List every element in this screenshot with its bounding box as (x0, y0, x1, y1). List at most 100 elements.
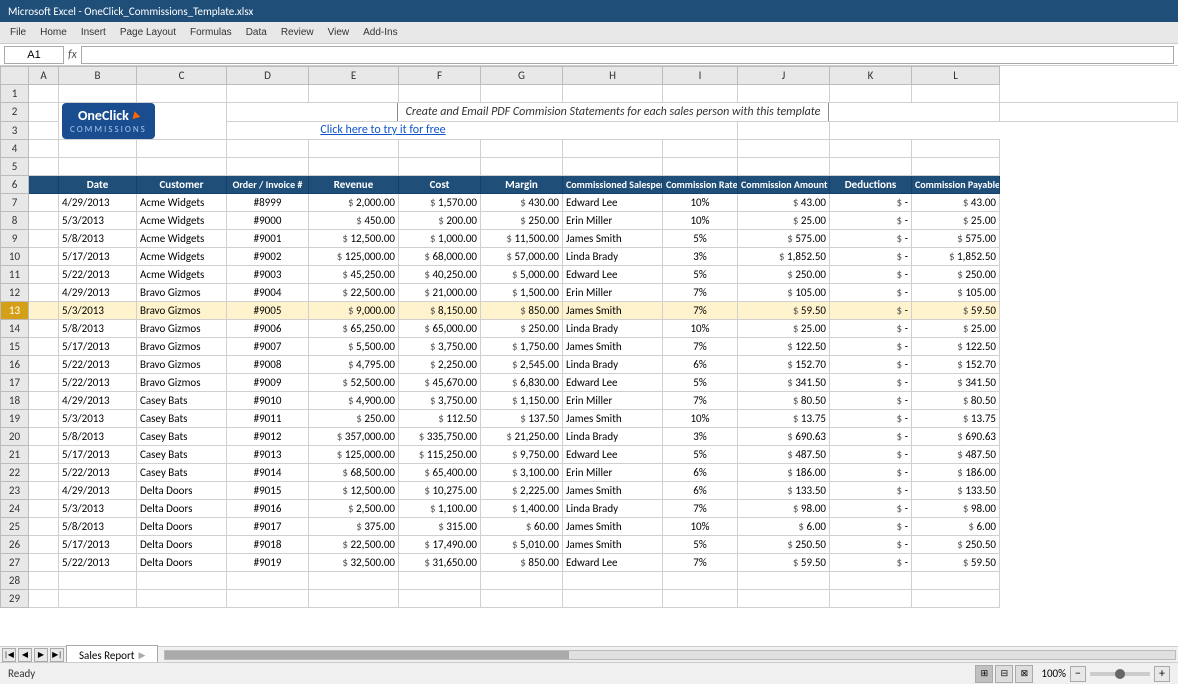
name-box[interactable] (4, 46, 64, 64)
header-customer[interactable]: Customer (137, 176, 227, 194)
title-cell: Create and Email PDF Commision Statement… (227, 103, 1000, 122)
col-header-C[interactable]: C (137, 67, 227, 85)
col-header-G[interactable]: G (481, 67, 563, 85)
col-header-A[interactable]: A (29, 67, 59, 85)
amount-7[interactable]: $ 43.00 (738, 194, 830, 212)
header-invoice[interactable]: Order / Invoice # (227, 176, 309, 194)
table-row: 25 5/8/2013 Delta Doors #9017 $ 375.00 $… (1, 518, 1178, 536)
margin-7[interactable]: $ 430.00 (481, 194, 563, 212)
logo-click: Click (102, 107, 129, 124)
header-salesperson[interactable]: Commissioned Salesperson (563, 176, 663, 194)
payable-7[interactable]: $ 43.00 (912, 194, 1000, 212)
header-margin[interactable]: Margin (481, 176, 563, 194)
header-comm-rate[interactable]: Commission Rate (663, 176, 738, 194)
col-header-E[interactable]: E (309, 67, 399, 85)
empty-row-29: 29 (1, 590, 1178, 608)
table-row: 23 4/29/2013 Delta Doors #9015 $ 12,500.… (1, 482, 1178, 500)
ribbon-file[interactable]: File (4, 26, 32, 39)
row-6-headers: 6 Date Customer Order / Invoice # Revenu… (1, 176, 1178, 194)
col-header-F[interactable]: F (399, 67, 481, 85)
table-row: 21 5/17/2013 Casey Bats #9013 $ 125,000.… (1, 446, 1178, 464)
table-row: 13 5/3/2013 Bravo Gizmos #9005 $ 9,000.0… (1, 302, 1178, 320)
tab-next-arrow[interactable]: ▶ (34, 648, 48, 662)
zoom-in-button[interactable]: + (1154, 666, 1170, 682)
rownum-1: 1 (1, 85, 29, 103)
ribbon-formulas[interactable]: Formulas (184, 26, 238, 39)
formula-input[interactable] (81, 46, 1174, 64)
table-row: 10 5/17/2013 Acme Widgets #9002 $ 125,00… (1, 248, 1178, 266)
person-7[interactable]: Edward Lee (563, 194, 663, 212)
spreadsheet-table: A B C D E F G H I J K L (0, 66, 1178, 608)
title-text: Microsoft Excel - OneClick_Commissions_T… (8, 5, 253, 18)
col-header-D[interactable]: D (227, 67, 309, 85)
status-ready: Ready (8, 667, 35, 680)
tab-last-arrow[interactable]: ▶| (50, 648, 64, 662)
tab-prev-arrow[interactable]: ◀ (18, 648, 32, 662)
rownum-3: 3 (1, 121, 29, 140)
deductions-7[interactable]: $ - (830, 194, 912, 212)
formula-bar: fx (0, 44, 1178, 66)
empty-row-28: 28 (1, 572, 1178, 590)
status-bar: Ready ⊞ ⊟ ⊠ 100% − + (0, 662, 1178, 684)
header-cost[interactable]: Cost (399, 176, 481, 194)
normal-view-icon[interactable]: ⊞ (975, 665, 993, 683)
sheet-tab-label: Sales Report (79, 649, 134, 662)
header-col-A[interactable] (29, 176, 59, 194)
date-7[interactable]: 4/29/2013 (59, 194, 137, 212)
zoom-out-button[interactable]: − (1070, 666, 1086, 682)
tab-first-arrow[interactable]: |◀ (2, 648, 16, 662)
spreadsheet-area: A B C D E F G H I J K L (0, 66, 1178, 684)
header-revenue[interactable]: Revenue (309, 176, 399, 194)
table-row: 22 5/22/2013 Casey Bats #9014 $ 68,500.0… (1, 464, 1178, 482)
table-row: 11 5/22/2013 Acme Widgets #9003 $ 45,250… (1, 266, 1178, 284)
customer-7[interactable]: Acme Widgets (137, 194, 227, 212)
rownum-7: 7 (1, 194, 29, 212)
try-it-link[interactable]: Click here to try it for free (320, 123, 445, 137)
col-header-B[interactable]: B (59, 67, 137, 85)
table-row: 27 5/22/2013 Delta Doors #9019 $ 32,500.… (1, 554, 1178, 572)
ribbon: File Home Insert Page Layout Formulas Da… (0, 22, 1178, 44)
h-scroll-thumb[interactable] (165, 651, 569, 659)
table-row: 9 5/8/2013 Acme Widgets #9001 $ 12,500.0… (1, 230, 1178, 248)
ribbon-home[interactable]: Home (34, 26, 73, 39)
ribbon-insert[interactable]: Insert (75, 26, 112, 39)
page-break-icon[interactable]: ⊠ (1015, 665, 1033, 683)
ribbon-review[interactable]: Review (275, 26, 320, 39)
col-header-H[interactable]: H (563, 67, 663, 85)
table-row: 17 5/22/2013 Bravo Gizmos #9009 $ 52,500… (1, 374, 1178, 392)
horizontal-scrollbar[interactable]: |◀ ◀ ▶ ▶| Sales Report ▶ (0, 646, 1178, 662)
ribbon-data[interactable]: Data (240, 26, 273, 39)
ribbon-view[interactable]: View (322, 26, 356, 39)
table-row: 14 5/8/2013 Bravo Gizmos #9006 $ 65,250.… (1, 320, 1178, 338)
table-row: 20 5/8/2013 Casey Bats #9012 $ 357,000.0… (1, 428, 1178, 446)
zoom-thumb[interactable] (1115, 669, 1125, 679)
row-1: 1 (1, 85, 1178, 103)
invoice-7[interactable]: #8999 (227, 194, 309, 212)
header-date[interactable]: Date (59, 176, 137, 194)
table-row: 8 5/3/2013 Acme Widgets #9000 $ 450.00 $… (1, 212, 1178, 230)
logo-cursor-icon (130, 111, 141, 122)
zoom-slider[interactable] (1090, 672, 1150, 676)
h-scroll-track[interactable] (164, 650, 1176, 660)
title-bar: Microsoft Excel - OneClick_Commissions_T… (0, 0, 1178, 22)
header-comm-amount[interactable]: Commission Amount (738, 176, 830, 194)
col-header-J[interactable]: J (738, 67, 830, 85)
sheet-tab-icon: ▶ (138, 650, 145, 661)
table-row: 15 5/17/2013 Bravo Gizmos #9007 $ 5,500.… (1, 338, 1178, 356)
table-row: 7 4/29/2013 Acme Widgets #8999 $ 2,000.0… (1, 194, 1178, 212)
header-deductions[interactable]: Deductions (830, 176, 912, 194)
ribbon-page-layout[interactable]: Page Layout (114, 26, 182, 39)
header-comm-payable[interactable]: Commission Payable (912, 176, 1000, 194)
col-header-I[interactable]: I (663, 67, 738, 85)
ribbon-addins[interactable]: Add-Ins (357, 26, 403, 39)
col-header-K[interactable]: K (830, 67, 912, 85)
logo: OneClick COMMISSIONS (62, 103, 155, 139)
cost-7[interactable]: $ 1,570.00 (399, 194, 481, 212)
col-header-L[interactable]: L (912, 67, 1000, 85)
sheet-grid: A B C D E F G H I J K L (0, 66, 1178, 646)
rate-7[interactable]: 10% (663, 194, 738, 212)
page-layout-icon[interactable]: ⊟ (995, 665, 1013, 683)
logo-text: OneClick (70, 107, 147, 124)
rev-7[interactable]: $ 2,000.00 (309, 194, 399, 212)
table-row: 18 4/29/2013 Casey Bats #9010 $ 4,900.00… (1, 392, 1178, 410)
